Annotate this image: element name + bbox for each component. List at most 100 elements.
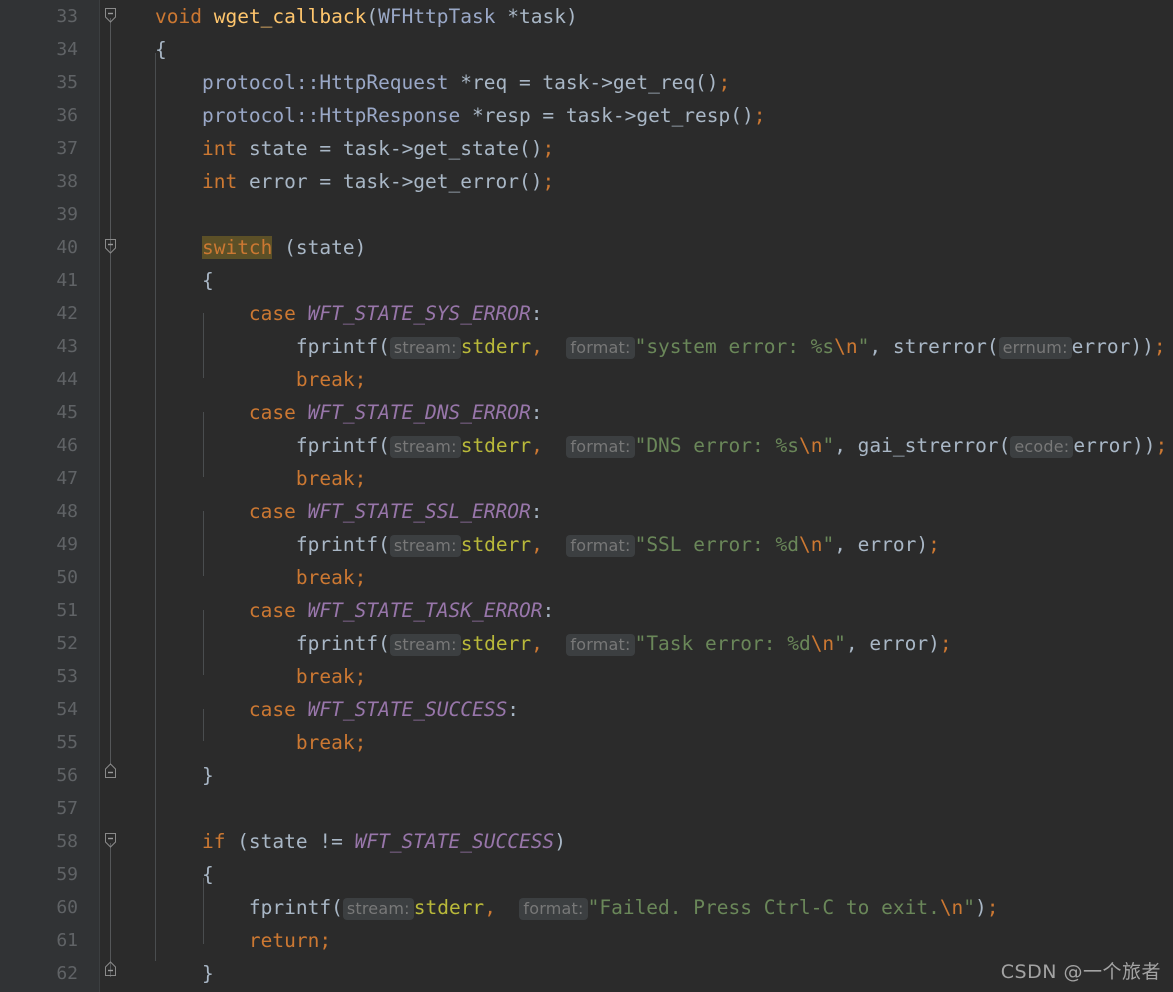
keyword-void: void (155, 5, 202, 28)
declaration-req: *req = task->get_req() (448, 71, 719, 94)
code-line-56[interactable]: } (155, 759, 214, 792)
param-hint-stream: stream: (342, 898, 414, 920)
keyword-if: if (201, 830, 226, 853)
param-hint-format: format: (566, 436, 635, 458)
code-line-59[interactable]: { (155, 858, 214, 891)
code-folding-column[interactable] (100, 0, 122, 992)
code-line-46[interactable]: fprintf(stream: stderr, format: "DNS error… (155, 429, 1167, 462)
comma: , (531, 632, 543, 655)
code-line-33[interactable]: void wget_callback(WFHttpTask *task) (155, 0, 578, 33)
constant-wft-state-success: WFT_STATE_SUCCESS (354, 830, 555, 853)
code-line-34[interactable]: { (155, 33, 167, 66)
fold-end-icon[interactable] (101, 959, 120, 978)
paren-open: ( (366, 5, 379, 28)
code-line-40[interactable]: switch (state) (155, 231, 366, 264)
type-httpresponse: protocol::HttpResponse (201, 104, 461, 127)
line-number: 33 (56, 6, 78, 27)
code-line-36[interactable]: protocol::HttpResponse *resp = task->get… (155, 99, 766, 132)
code-line-42[interactable]: case WFT_STATE_SYS_ERROR: (155, 297, 543, 330)
code-editor[interactable]: 33 34 35 36 37 38 39 40 41 42 43 44 45 4… (0, 0, 1173, 992)
type-httprequest: protocol::HttpRequest (201, 71, 449, 94)
semicolon: ; (354, 368, 367, 391)
keyword-break: break (295, 731, 355, 754)
call-fprintf: fprintf (295, 434, 379, 457)
code-line-47[interactable]: break; (155, 462, 366, 495)
code-line-38[interactable]: int error = task->get_error(); (155, 165, 554, 198)
line-number: 59 (56, 864, 78, 885)
code-line-41[interactable]: { (155, 264, 214, 297)
code-line-60[interactable]: fprintf(stream: stderr, format: "Failed. P… (155, 891, 999, 924)
fold-collapse-icon[interactable] (101, 237, 120, 256)
csdn-watermark: CSDN @一个旅者 (1000, 961, 1161, 983)
line-number: 52 (56, 633, 78, 654)
code-content[interactable]: void wget_callback(WFHttpTask *task) { p… (122, 0, 1173, 992)
escape-sequence: \n (834, 335, 858, 358)
fold-collapse-icon[interactable] (101, 6, 120, 25)
line-number: 55 (56, 732, 78, 753)
call-fprintf: fprintf (295, 632, 379, 655)
keyword-break: break (295, 368, 355, 391)
semicolon: ; (319, 929, 332, 952)
global-stderr: stderr (460, 434, 532, 457)
line-number: 35 (56, 72, 78, 93)
paren-open: ( (378, 632, 390, 655)
brace-close-if: } (201, 962, 214, 985)
constant-wft-state-dns-error: WFT_STATE_DNS_ERROR (307, 401, 531, 424)
constant-wft-state-ssl-error: WFT_STATE_SSL_ERROR (307, 500, 531, 523)
global-stderr: stderr (413, 896, 485, 919)
param-task: *task (495, 5, 566, 28)
code-line-53[interactable]: break; (155, 660, 366, 693)
string-literal: "DNS error: %s (634, 434, 799, 457)
line-number: 44 (56, 369, 78, 390)
code-line-55[interactable]: break; (155, 726, 366, 759)
code-line-49[interactable]: fprintf(stream: stderr, format: "SSL error… (155, 528, 940, 561)
code-line-43[interactable]: fprintf(stream: stderr, format: "system er… (155, 330, 1166, 363)
code-line-50[interactable]: break; (155, 561, 366, 594)
fold-rail-switch (110, 247, 111, 765)
code-line-44[interactable]: break; (155, 363, 366, 396)
fold-end-icon[interactable] (101, 761, 120, 780)
comma: , (531, 533, 543, 556)
brace-close-switch: } (201, 764, 214, 787)
keyword-int: int (201, 170, 238, 193)
code-line-37[interactable]: int state = task->get_state(); (155, 132, 554, 165)
keyword-case: case (248, 500, 296, 523)
code-line-54[interactable]: case WFT_STATE_SUCCESS: (155, 693, 519, 726)
code-line-48[interactable]: case WFT_STATE_SSL_ERROR: (155, 495, 543, 528)
editor-gutter[interactable]: 33 34 35 36 37 38 39 40 41 42 43 44 45 4… (0, 0, 100, 992)
fold-collapse-icon[interactable] (101, 831, 120, 850)
line-number: 51 (56, 600, 78, 621)
comma: , (484, 896, 496, 919)
code-line-35[interactable]: protocol::HttpRequest *req = task->get_r… (155, 66, 730, 99)
paren-open: ( (986, 335, 999, 358)
code-line-52[interactable]: fprintf(stream: stderr, format: "Task erro… (155, 627, 952, 660)
code-line-51[interactable]: case WFT_STATE_TASK_ERROR: (155, 594, 554, 627)
code-line-61[interactable]: return; (155, 924, 331, 957)
semicolon: ; (1153, 335, 1166, 358)
keyword-switch-highlighted: switch (201, 236, 273, 259)
semicolon: ; (986, 896, 999, 919)
code-line-45[interactable]: case WFT_STATE_DNS_ERROR: (155, 396, 543, 429)
constant-wft-state-success: WFT_STATE_SUCCESS (307, 698, 508, 721)
switch-condition: (state) (272, 236, 367, 259)
code-line-58[interactable]: if (state != WFT_STATE_SUCCESS) (155, 825, 566, 858)
code-line-62[interactable]: } (155, 957, 214, 990)
call-fprintf: fprintf (295, 533, 379, 556)
line-number: 48 (56, 501, 78, 522)
paren-close: ) (975, 896, 987, 919)
semicolon: ; (542, 170, 555, 193)
param-hint-format: format: (566, 337, 635, 359)
